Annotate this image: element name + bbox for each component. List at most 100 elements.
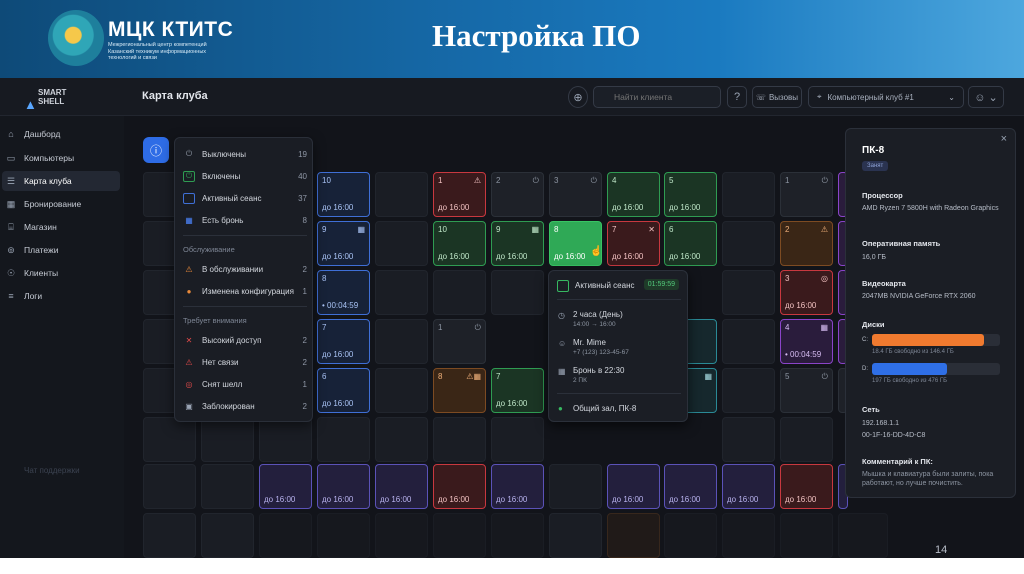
pc-tile[interactable]: 3 ⏻: [549, 172, 602, 217]
grid-cell: [491, 417, 544, 462]
pc-tile[interactable]: 2 ⚠: [780, 221, 833, 266]
pc-number: 9: [322, 225, 327, 234]
org-logo-icon: [48, 10, 104, 66]
pc-tile-selected[interactable]: 8 до 16:00 ☝: [549, 221, 602, 266]
search-input[interactable]: [593, 86, 721, 108]
session-checkbox[interactable]: [557, 280, 569, 292]
pc-tile[interactable]: 5 ⏻: [780, 368, 833, 413]
pc-number: 2: [496, 176, 501, 185]
pc-tile[interactable]: 6 до 16:00: [317, 368, 370, 413]
pc-tile[interactable]: до 16:00: [259, 464, 312, 509]
filter-item-maintenance[interactable]: ⚠ В обслуживании 2: [183, 262, 307, 276]
pc-number: 4: [785, 323, 790, 332]
pc-tile[interactable]: 4 ▦ • 00:04:59: [780, 319, 833, 364]
pc-tile[interactable]: 9 ▦ до 16:00: [317, 221, 370, 266]
pc-tile[interactable]: 7 до 16:00: [491, 368, 544, 413]
pc-time: до 16:00: [322, 495, 354, 504]
pc-tile[interactable]: 1 ⚠ до 16:00: [433, 172, 486, 217]
pc-tile[interactable]: до 16:00: [607, 464, 660, 509]
pc-tile[interactable]: [722, 513, 775, 558]
pc-time: до 16:00: [322, 252, 354, 261]
sidebar-item-clients[interactable]: ☉ Клиенты: [2, 263, 120, 283]
pc-tile[interactable]: 7 до 16:00: [317, 319, 370, 364]
pc-tile[interactable]: 3 ◎ до 16:00: [780, 270, 833, 315]
add-button[interactable]: ⊕: [568, 86, 588, 108]
pc-tile[interactable]: [375, 513, 428, 558]
filter-item-on[interactable]: ⏻ Включены 40: [183, 169, 307, 183]
pc-tile[interactable]: до 16:00: [433, 464, 486, 509]
filter-item-off[interactable]: ⏻ Выключены 19: [183, 147, 307, 161]
grid-cell: [143, 513, 196, 558]
sidebar-item-booking[interactable]: ▦ Бронирование: [2, 194, 120, 214]
pc-tile[interactable]: 6 до 16:00: [664, 221, 717, 266]
status-badge: Занят: [862, 161, 889, 171]
sidebar-item-club-map[interactable]: ☰ Карта клуба: [2, 171, 120, 191]
disk-c-free: 18.4 ГБ свободно из 146.4 ГБ: [872, 349, 954, 355]
power-icon: ⏻: [474, 323, 481, 332]
pc-tile[interactable]: 10 до 16:00: [317, 172, 370, 217]
ram-value: 16,0 ГБ: [862, 254, 886, 261]
pc-tile[interactable]: 8 • 00:04:59: [317, 270, 370, 315]
pc-tile[interactable]: 1 ⏻: [433, 319, 486, 364]
info-icon: ⓘ: [149, 143, 162, 158]
pc-tile[interactable]: [491, 513, 544, 558]
pc-tile[interactable]: [607, 513, 660, 558]
pc-tile[interactable]: [317, 513, 370, 558]
pc-tile[interactable]: до 16:00: [375, 464, 428, 509]
filter-item-no-connection[interactable]: ⚠ Нет связи 2: [183, 355, 307, 369]
filter-item-high-access[interactable]: ✕ Высокий доступ 2: [183, 333, 307, 347]
calls-button[interactable]: ☏ Вызовы: [752, 86, 802, 108]
filter-item-config-changed[interactable]: ● Изменена конфигурация 1: [183, 284, 307, 298]
filter-item-blocked[interactable]: ▣ Заблокирован 2: [183, 399, 307, 413]
pc-tile[interactable]: 2 ⏻: [491, 172, 544, 217]
section-title: Обслуживание: [183, 245, 235, 254]
pc-tile[interactable]: 4 до 16:00: [607, 172, 660, 217]
pc-tile[interactable]: 7 ✕ до 16:00: [607, 221, 660, 266]
filter-item-shell-removed[interactable]: ◎ Снят шелл 1: [183, 377, 308, 391]
pc-tile[interactable]: [838, 513, 888, 558]
sidebar-item-logs[interactable]: ≡ Логи: [2, 286, 120, 306]
divider: [557, 393, 681, 394]
pc-tile[interactable]: 9 ▦ до 16:00: [491, 221, 544, 266]
comment-text: Мышка и клавиатура были залиты, пока раб…: [862, 471, 994, 487]
filter-item-booked[interactable]: ▦ Есть бронь 8: [183, 213, 307, 227]
sidebar-item-dashboard[interactable]: ⌂ Дашборд: [2, 124, 120, 144]
cursor-icon: ☝: [590, 246, 603, 257]
legend-toggle-button[interactable]: ⓘ: [143, 137, 169, 163]
bell-icon: ☏: [755, 92, 766, 102]
pc-number: 7: [496, 372, 501, 381]
power-on-icon: ⏻: [183, 170, 195, 182]
club-selector[interactable]: ⌖ Компьютерный клуб #1 ⌄: [808, 86, 964, 108]
pc-tile[interactable]: [259, 513, 312, 558]
pc-tile[interactable]: до 16:00: [780, 464, 833, 509]
disk-d-letter: D:: [862, 366, 868, 372]
pc-tile[interactable]: до 16:00: [722, 464, 775, 509]
pc-tile[interactable]: [664, 513, 717, 558]
pc-number: 1: [438, 323, 443, 332]
sidebar-item-payments[interactable]: ⊚ Платежи: [2, 240, 120, 260]
grid-cell: [143, 464, 196, 509]
pc-tile[interactable]: 5 до 16:00: [664, 172, 717, 217]
grid-cell: [722, 319, 775, 364]
client-name[interactable]: Mr. Mime: [573, 338, 606, 347]
pc-tile[interactable]: [780, 513, 833, 558]
sidebar-item-computers[interactable]: ▭ Компьютеры: [2, 148, 120, 168]
pc-tile[interactable]: до 16:00: [317, 464, 370, 509]
pc-tile[interactable]: 10 до 16:00: [433, 221, 486, 266]
filter-item-active-session[interactable]: Активный сеанс 37: [183, 191, 307, 205]
pc-tile[interactable]: до 16:00: [491, 464, 544, 509]
sidebar-item-label: Компьютеры: [24, 153, 75, 163]
support-chat-link[interactable]: Чат поддержки: [24, 466, 80, 475]
sidebar-item-store[interactable]: ⌸ Магазин: [2, 217, 120, 237]
pc-tile[interactable]: 8 ⚠▦: [433, 368, 486, 413]
pc-time: до 16:00: [612, 252, 644, 261]
pc-tile[interactable]: [433, 513, 486, 558]
maintenance-icon: ⚠: [820, 225, 828, 234]
sidebar: ⌂ Дашборд ▭ Компьютеры ☰ Карта клуба ▦ Брони…: [0, 116, 124, 558]
pc-tile[interactable]: до 16:00: [664, 464, 717, 509]
user-menu-button[interactable]: ☺ ⌄: [968, 86, 1004, 108]
pc-tile[interactable]: 1 ⏻: [780, 172, 833, 217]
help-button[interactable]: ?: [727, 86, 747, 108]
sidebar-item-label: Платежи: [24, 245, 59, 255]
close-icon[interactable]: ×: [1001, 133, 1007, 145]
